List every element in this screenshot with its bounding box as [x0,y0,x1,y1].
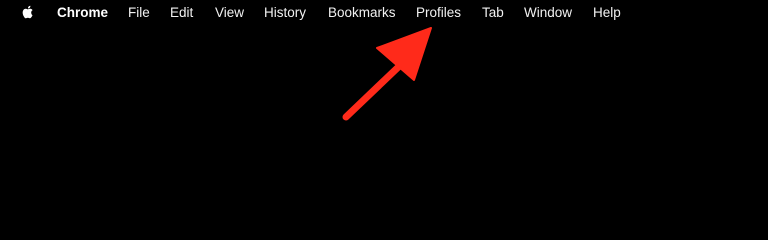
menu-view[interactable]: View [215,4,244,21]
menu-app-chrome[interactable]: Chrome [57,4,108,21]
desktop-background [0,24,768,204]
menu-file[interactable]: File [128,4,150,21]
menu-help[interactable]: Help [593,4,621,21]
apple-logo-icon[interactable] [20,4,36,20]
menu-history[interactable]: History [264,4,306,21]
menu-profiles[interactable]: Profiles [416,4,461,21]
menu-tab[interactable]: Tab [482,4,504,21]
menu-bar: Chrome File Edit View History Bookmarks … [0,0,768,24]
menu-bookmarks[interactable]: Bookmarks [328,4,396,21]
menu-window[interactable]: Window [524,4,572,21]
menu-edit[interactable]: Edit [170,4,193,21]
